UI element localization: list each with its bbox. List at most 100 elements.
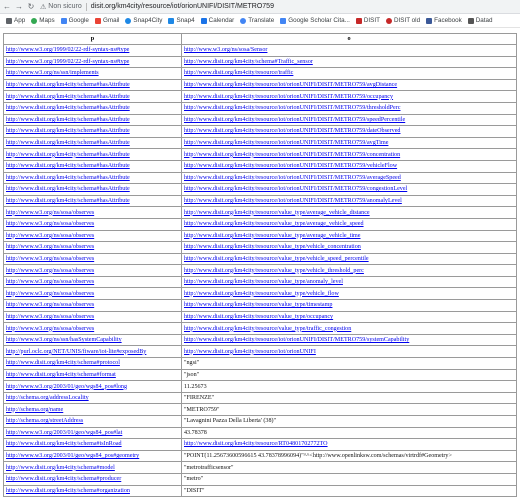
resource-link[interactable]: http://www.disit.org/km4city/resource/va… bbox=[184, 221, 364, 227]
resource-link[interactable]: http://www.disit.org/km4city/resource/va… bbox=[184, 244, 361, 250]
resource-link[interactable]: http://www.w3.org/2003/01/geo/wgs84_pos#… bbox=[6, 384, 127, 390]
resource-link[interactable]: http://www.w3.org/ns/sosa/Sensor bbox=[184, 47, 267, 53]
resource-link[interactable]: http://www.w3.org/ns/sosa/observes bbox=[6, 256, 94, 262]
resource-link[interactable]: http://www.w3.org/ns/ssn/hasSystemCapabi… bbox=[6, 337, 122, 343]
resource-link[interactable]: http://www.w3.org/ns/ssn/implements bbox=[6, 70, 99, 76]
cell-o: http://www.disit.org/km4city/resource/RT… bbox=[181, 438, 517, 451]
resource-link[interactable]: http://www.disit.org/km4city/schema#hasA… bbox=[6, 94, 130, 100]
resource-link[interactable]: http://www.disit.org/km4city/schema#isIn… bbox=[6, 441, 122, 447]
resource-link[interactable]: http://purl.oclc.org/NET/UNIS/fiware/iot… bbox=[6, 349, 146, 355]
resource-link[interactable]: http://www.disit.org/km4city/resource/io… bbox=[184, 94, 393, 100]
resource-link[interactable]: http://schema.org/streetAddress bbox=[6, 418, 83, 424]
cell-o: http://www.disit.org/km4city/resource/io… bbox=[181, 101, 517, 115]
resource-link[interactable]: http://www.disit.org/km4city/schema#hasA… bbox=[6, 163, 130, 169]
bookmark-item[interactable]: DISIT old bbox=[385, 17, 420, 24]
resource-link[interactable]: http://www.w3.org/ns/sosa/observes bbox=[6, 210, 94, 216]
resource-link[interactable]: http://www.disit.org/km4city/resource/tr… bbox=[184, 70, 293, 76]
cell-p: http://www.disit.org/km4city/schema#hasA… bbox=[3, 194, 182, 208]
resource-link[interactable]: http://www.disit.org/km4city/resource/io… bbox=[184, 198, 402, 204]
resource-link[interactable]: http://www.w3.org/ns/sosa/observes bbox=[6, 233, 94, 239]
resource-link[interactable]: http://www.w3.org/ns/sosa/observes bbox=[6, 291, 94, 297]
bookmark-item[interactable]: Datad bbox=[467, 17, 493, 24]
resource-link[interactable]: http://www.disit.org/km4city/resource/va… bbox=[184, 302, 332, 308]
bookmark-label: Gmail bbox=[102, 17, 120, 24]
resource-link[interactable]: http://www.disit.org/km4city/schema#hasA… bbox=[6, 152, 130, 158]
resource-link[interactable]: http://www.disit.org/km4city/schema#hasA… bbox=[6, 198, 130, 204]
resource-link[interactable]: http://www.w3.org/2003/01/geo/wgs84_pos#… bbox=[6, 430, 122, 436]
literal-value: "FIRENZE" bbox=[184, 395, 215, 402]
resource-link[interactable]: http://www.disit.org/km4city/resource/io… bbox=[184, 163, 397, 169]
resource-link[interactable]: http://www.disit.org/km4city/resource/va… bbox=[184, 256, 369, 262]
bookmark-item[interactable]: Google Scholar Cita... bbox=[280, 17, 350, 24]
bookmark-label: App bbox=[14, 17, 26, 24]
resource-link[interactable]: http://www.w3.org/1999/02/22-rdf-syntax-… bbox=[6, 59, 129, 65]
forward-icon[interactable]: → bbox=[14, 2, 24, 12]
cell-o: "json" bbox=[181, 368, 517, 382]
resource-link[interactable]: http://www.disit.org/km4city/resource/io… bbox=[184, 140, 388, 146]
resource-link[interactable]: http://www.disit.org/km4city/schema#mode… bbox=[6, 465, 115, 471]
resource-link[interactable]: http://www.disit.org/km4city/resource/va… bbox=[184, 210, 370, 216]
back-icon[interactable]: ← bbox=[2, 2, 12, 12]
resource-link[interactable]: http://www.disit.org/km4city/schema#prot… bbox=[6, 360, 120, 366]
resource-link[interactable]: http://www.disit.org/km4city/schema#prod… bbox=[6, 476, 121, 482]
resource-link[interactable]: http://www.disit.org/km4city/resource/io… bbox=[184, 105, 400, 111]
resource-link[interactable]: http://schema.org/addressLocality bbox=[6, 395, 89, 401]
resource-link[interactable]: http://www.disit.org/km4city/schema#hasA… bbox=[6, 128, 130, 134]
resource-link[interactable]: http://www.disit.org/km4city/resource/io… bbox=[184, 349, 316, 355]
cell-p: http://www.w3.org/ns/sosa/observes bbox=[3, 287, 182, 301]
resource-link[interactable]: http://www.disit.org/km4city/resource/va… bbox=[184, 233, 361, 239]
resource-link[interactable]: http://www.w3.org/ns/sosa/observes bbox=[6, 221, 94, 227]
url-text[interactable]: disit.org/km4city/resource/iot/orionUNIF… bbox=[91, 3, 274, 10]
bookmark-item[interactable]: Translate bbox=[240, 17, 274, 24]
resource-link[interactable]: http://www.disit.org/km4city/resource/va… bbox=[184, 314, 333, 320]
bookmark-item[interactable]: Snap4City bbox=[125, 17, 162, 24]
resource-link[interactable]: http://www.disit.org/km4city/schema#Traf… bbox=[184, 59, 313, 65]
bookmark-item[interactable]: DISIT bbox=[355, 17, 380, 24]
resource-link[interactable]: http://www.disit.org/km4city/resource/va… bbox=[184, 291, 339, 297]
bookmark-item[interactable]: Snap4 bbox=[168, 17, 195, 24]
resource-link[interactable]: http://www.disit.org/km4city/resource/io… bbox=[184, 337, 409, 343]
resource-link[interactable]: http://www.disit.org/km4city/resource/RT… bbox=[184, 441, 328, 447]
cell-p: http://www.w3.org/ns/sosa/observes bbox=[3, 217, 182, 231]
address-bar[interactable]: ⚠ Non sicuro disit.org/km4city/resource/… bbox=[40, 2, 520, 12]
resource-link[interactable]: http://www.disit.org/km4city/schema#hasA… bbox=[6, 140, 130, 146]
resource-link[interactable]: http://www.disit.org/km4city/resource/io… bbox=[184, 175, 401, 181]
resource-link[interactable]: http://www.w3.org/1999/02/22-rdf-syntax-… bbox=[6, 47, 129, 53]
resource-link[interactable]: http://www.disit.org/km4city/schema#hasA… bbox=[6, 117, 130, 123]
table-row: http://www.w3.org/1999/02/22-rdf-syntax-… bbox=[3, 44, 517, 57]
cell-p: http://www.disit.org/km4city/schema#form… bbox=[3, 368, 182, 382]
resource-link[interactable]: http://www.disit.org/km4city/resource/io… bbox=[184, 128, 400, 134]
bookmark-item[interactable]: Calendar bbox=[200, 17, 234, 24]
resource-link[interactable]: http://www.disit.org/km4city/resource/io… bbox=[184, 117, 405, 123]
resource-link[interactable]: http://www.w3.org/ns/sosa/observes bbox=[6, 244, 94, 250]
bookmark-item[interactable]: Gmail bbox=[94, 17, 120, 24]
resource-link[interactable]: http://www.disit.org/km4city/schema#form… bbox=[6, 372, 116, 378]
resource-link[interactable]: http://www.disit.org/km4city/schema#orga… bbox=[6, 488, 130, 494]
resource-link[interactable]: http://www.disit.org/km4city/schema#hasA… bbox=[6, 186, 130, 192]
table-row: http://www.w3.org/ns/ssn/hasSystemCapabi… bbox=[3, 333, 517, 347]
resource-link[interactable]: http://www.disit.org/km4city/resource/io… bbox=[184, 152, 400, 158]
bookmark-item[interactable]: Google bbox=[60, 17, 89, 24]
resource-link[interactable]: http://www.w3.org/ns/sosa/observes bbox=[6, 268, 94, 274]
resource-link[interactable]: http://www.w3.org/2003/01/geo/wgs84_pos#… bbox=[6, 453, 139, 459]
reload-icon[interactable]: ↻ bbox=[26, 2, 36, 12]
resource-link[interactable]: http://www.disit.org/km4city/resource/io… bbox=[184, 186, 407, 192]
cell-o: "metro" bbox=[181, 472, 517, 486]
resource-link[interactable]: http://www.w3.org/ns/sosa/observes bbox=[6, 314, 94, 320]
resource-link[interactable]: http://www.disit.org/km4city/resource/va… bbox=[184, 279, 343, 285]
bookmark-label: Maps bbox=[39, 17, 55, 24]
table-row: http://www.disit.org/km4city/schema#orga… bbox=[3, 484, 517, 497]
resource-link[interactable]: http://www.w3.org/ns/sosa/observes bbox=[6, 326, 94, 332]
resource-link[interactable]: http://www.disit.org/km4city/schema#hasA… bbox=[6, 105, 130, 111]
bookmark-item[interactable]: Maps bbox=[31, 17, 55, 24]
resource-link[interactable]: http://schema.org/name bbox=[6, 407, 63, 413]
bookmark-item[interactable]: App bbox=[6, 17, 25, 24]
resource-link[interactable]: http://www.disit.org/km4city/resource/va… bbox=[184, 326, 351, 332]
resource-link[interactable]: http://www.w3.org/ns/sosa/observes bbox=[6, 279, 94, 285]
resource-link[interactable]: http://www.disit.org/km4city/schema#hasA… bbox=[6, 175, 130, 181]
resource-link[interactable]: http://www.disit.org/km4city/resource/io… bbox=[184, 82, 397, 88]
resource-link[interactable]: http://www.w3.org/ns/sosa/observes bbox=[6, 302, 94, 308]
bookmark-item[interactable]: Facebook bbox=[426, 17, 462, 24]
resource-link[interactable]: http://www.disit.org/km4city/schema#hasA… bbox=[6, 82, 130, 88]
resource-link[interactable]: http://www.disit.org/km4city/resource/va… bbox=[184, 268, 364, 274]
